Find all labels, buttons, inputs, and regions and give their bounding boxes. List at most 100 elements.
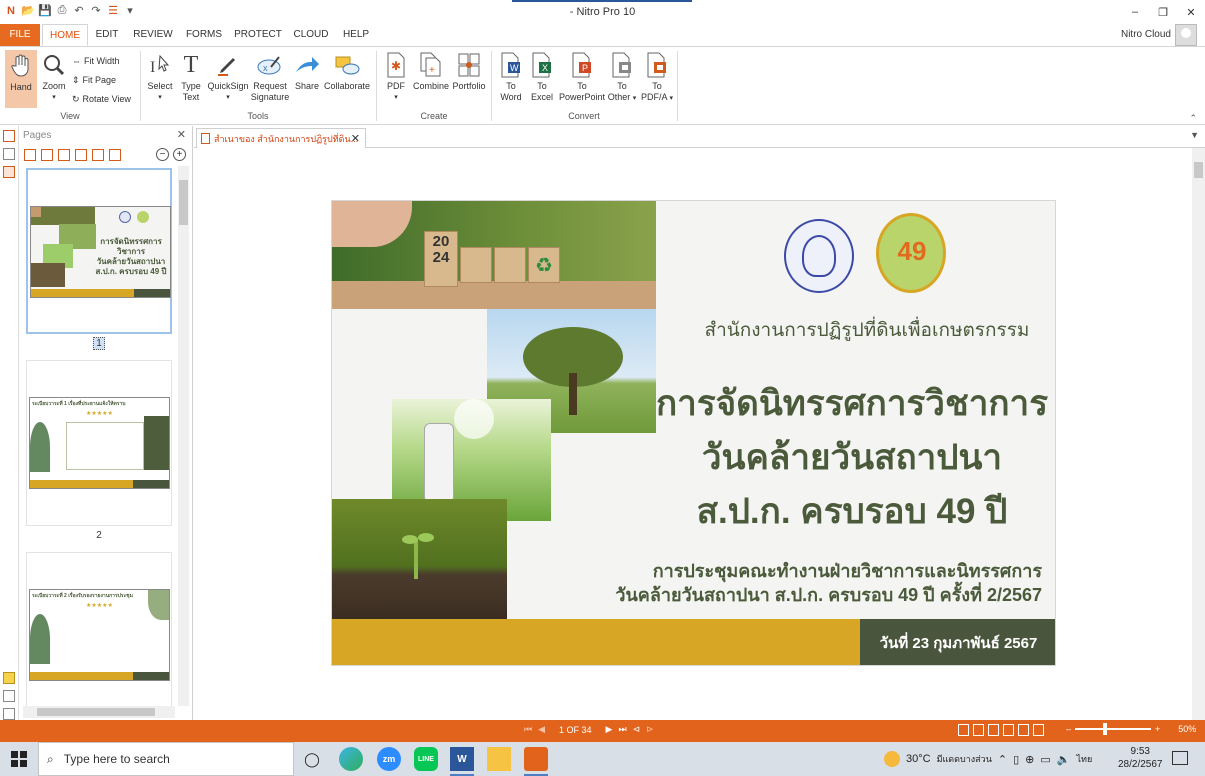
share-button[interactable]: Share (294, 51, 320, 92)
cover-view-icon[interactable] (1018, 724, 1029, 736)
combine-button[interactable]: + Combine (412, 51, 450, 92)
to-excel-button[interactable]: X To Excel (528, 51, 556, 103)
single-page-view-icon[interactable] (958, 724, 969, 736)
word-app-icon[interactable]: W (450, 747, 474, 776)
tab-file[interactable]: FILE (0, 24, 40, 46)
type-text-button[interactable]: T Type Text (178, 51, 204, 103)
zoom-button[interactable]: Zoom ▾ (40, 51, 68, 103)
facing-view-icon[interactable] (988, 724, 999, 736)
edge-icon[interactable] (339, 747, 363, 771)
task-view-icon[interactable]: ◯ (300, 747, 324, 771)
document-properties-icon[interactable] (3, 148, 15, 160)
facing-continuous-view-icon[interactable] (1003, 724, 1014, 736)
nitro-cloud-label[interactable]: Nitro Cloud (1121, 29, 1171, 40)
battery-icon[interactable]: ▯ (1013, 753, 1019, 766)
zoom-level[interactable]: 50% (1178, 724, 1196, 734)
start-button[interactable] (0, 742, 38, 776)
tab-home[interactable]: HOME (42, 24, 88, 46)
output-icon[interactable] (3, 708, 15, 720)
quicksign-button[interactable]: QuickSign ▾ (206, 51, 250, 103)
to-pdfa-button[interactable]: To PDF/A ▾ (640, 51, 674, 104)
combine-icon: + (418, 51, 444, 79)
language-indicator[interactable]: ไทย (1076, 752, 1092, 766)
document-tab[interactable]: สำเนาของ สำนักงานการปฏิรูปที่ดิน... ✕ (196, 128, 366, 148)
page-indicator[interactable]: 1 OF 34 (559, 725, 592, 735)
tabs-dropdown-icon[interactable]: ▼ (1190, 130, 1199, 140)
tab-help[interactable]: HELP (338, 24, 374, 46)
status-bar: ⏮ ◀ 1 OF 34 ▶ ⏭ ⊲ ⊳ – + 50% (0, 720, 1205, 742)
show-hidden-icons-icon[interactable]: ⌃ (998, 753, 1007, 766)
weather-icon[interactable] (884, 751, 900, 767)
rotate-left-icon[interactable] (24, 149, 36, 161)
taskbar-clock[interactable]: 9:53 28/2/2567 (1118, 745, 1163, 771)
page-thumbnail-1[interactable]: การจัดนิทรรศการวิชาการ วันคล้ายวันสถาปนา… (26, 168, 172, 334)
zoom-slider-knob[interactable] (1103, 723, 1108, 735)
request-signature-button[interactable]: x Request Signature (250, 51, 290, 103)
svg-text:+: + (429, 65, 435, 76)
close-panel-icon[interactable]: ✕ (177, 128, 186, 141)
network-icon[interactable]: ⊕ (1025, 753, 1034, 766)
first-page-icon[interactable]: ⏮ (524, 724, 532, 735)
fit-page-button[interactable]: ⇕ Fit Page (72, 72, 131, 88)
avatar[interactable] (1175, 24, 1197, 46)
slide-title-line: การจัดนิทรรศการวิชาการ (655, 384, 1049, 423)
select-button[interactable]: I Select ▾ (146, 51, 174, 103)
page-thumbnail-3[interactable]: ระเบียบวาระที่ 2 เรื่องรับรองรายงานการปร… (26, 552, 172, 706)
thumbnail-list: การจัดนิทรรศการวิชาการ วันคล้ายวันสถาปนา… (19, 166, 179, 706)
to-word-button[interactable]: W To Word (497, 51, 525, 103)
thumbnails-horizontal-scrollbar[interactable] (23, 706, 175, 718)
tab-edit[interactable]: EDIT (90, 24, 124, 46)
fit-width-button[interactable]: ⇔ Fit Width (72, 53, 131, 69)
to-other-button[interactable]: To Other ▾ (606, 51, 638, 104)
rotate-right-icon[interactable] (41, 149, 53, 161)
comments-icon[interactable] (3, 672, 15, 684)
tab-protect[interactable]: PROTECT (234, 24, 282, 46)
replace-page-icon[interactable] (109, 149, 121, 161)
rotate-view-button[interactable]: ↻ Rotate View (72, 91, 131, 107)
notifications-icon[interactable] (1172, 751, 1188, 765)
zoom-in-icon[interactable]: + (1155, 724, 1160, 734)
nitro-app-icon[interactable] (524, 747, 548, 776)
document-vertical-scrollbar[interactable] (1192, 148, 1205, 720)
restore-button[interactable]: ❐ (1149, 0, 1177, 24)
bookmarks-icon[interactable] (3, 166, 15, 178)
forward-icon[interactable]: ⊳ (646, 724, 654, 735)
portfolio-button[interactable]: Portfolio (450, 51, 488, 92)
zoom-out-icon[interactable]: – (1066, 724, 1071, 734)
minimize-button[interactable]: – (1121, 0, 1149, 24)
back-icon[interactable]: ⊲ (633, 724, 641, 735)
file-explorer-icon[interactable] (487, 747, 511, 771)
taskbar-search[interactable]: ⌕ Type here to search (38, 742, 294, 776)
close-document-icon[interactable]: ✕ (351, 132, 360, 145)
last-page-icon[interactable]: ⏭ (618, 724, 626, 735)
zoom-out-thumbs-icon[interactable]: − (156, 148, 169, 161)
next-page-icon[interactable]: ▶ (606, 724, 613, 735)
weather-desc[interactable]: มีแดดบางส่วน (937, 752, 992, 766)
pages-panel-icon[interactable] (3, 130, 15, 142)
zoom-slider[interactable] (1075, 723, 1152, 735)
continuous-view-icon[interactable] (973, 724, 984, 736)
previous-page-icon[interactable]: ◀ (538, 724, 545, 735)
zoom-app-icon[interactable]: zm (377, 747, 401, 771)
display-icon[interactable]: ▭ (1040, 753, 1050, 766)
insert-page-icon[interactable] (75, 149, 87, 161)
tab-cloud[interactable]: CLOUD (290, 24, 332, 46)
collaborate-button[interactable]: Collaborate (324, 51, 370, 92)
thumbnails-vertical-scrollbar[interactable] (178, 166, 189, 706)
tab-forms[interactable]: FORMS (182, 24, 226, 46)
extract-page-icon[interactable] (92, 149, 104, 161)
collapse-ribbon-icon[interactable]: ⌃ (1189, 113, 1197, 124)
page-thumbnail-2[interactable]: ระเบียบวาระที่ 1 เรื่องที่ประธานแจ้งให้ท… (26, 360, 172, 526)
weather-temp[interactable]: 30°C (906, 753, 931, 765)
cover-continuous-view-icon[interactable] (1033, 724, 1044, 736)
tab-review[interactable]: REVIEW (130, 24, 176, 46)
attachments-icon[interactable] (3, 690, 15, 702)
zoom-in-thumbs-icon[interactable]: + (173, 148, 186, 161)
create-pdf-button[interactable]: ✱ PDF ▾ (382, 51, 410, 103)
close-button[interactable]: ✕ (1177, 0, 1205, 24)
hand-button[interactable]: Hand (5, 50, 37, 108)
to-powerpoint-button[interactable]: P To PowerPoint (558, 51, 606, 103)
volume-icon[interactable]: 🔈 (1057, 753, 1071, 766)
delete-page-icon[interactable] (58, 149, 70, 161)
line-app-icon[interactable]: LINE (414, 747, 438, 771)
